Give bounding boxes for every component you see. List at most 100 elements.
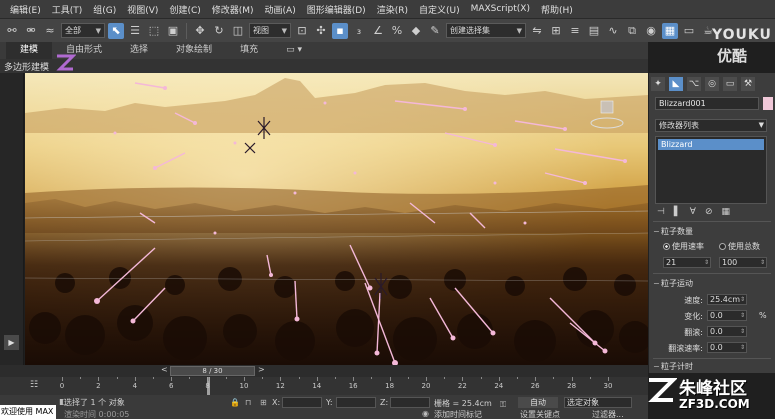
render-setup-icon[interactable]: ▦ — [662, 22, 678, 39]
window-crossing-icon[interactable]: ▣ — [165, 23, 181, 39]
total-spinner[interactable]: 100 ⇕ — [719, 257, 767, 268]
rotate-icon[interactable]: ↻ — [211, 23, 227, 39]
menu-modifiers[interactable]: 修改器(M) — [212, 3, 254, 16]
remove-modifier-icon[interactable]: ⊘ — [705, 207, 713, 217]
time-tag-icon[interactable]: ◉ — [422, 409, 432, 419]
graphite-tools-icon[interactable]: ▤ — [586, 23, 602, 39]
modifier-list-dropdown[interactable]: 修改器列表 ▼ — [655, 119, 767, 132]
x-coord-field[interactable] — [282, 397, 322, 408]
prev-frame-icon[interactable]: < — [161, 365, 168, 374]
add-time-tag[interactable]: 添加时间标记 — [434, 409, 482, 419]
set-key-button[interactable]: 设置关键点 — [520, 409, 560, 419]
unlink-icon[interactable]: ⚮ — [23, 23, 39, 39]
selection-filter-dropdown[interactable]: 全部 ▼ — [61, 23, 105, 38]
select-manipulate-icon[interactable]: ✣ — [313, 23, 329, 39]
rendered-frame-window-icon[interactable]: ▭ — [681, 23, 697, 39]
angle-snap-icon[interactable]: ∠ — [370, 23, 386, 39]
make-unique-icon[interactable]: ∀ — [690, 207, 696, 217]
curve-editor-icon[interactable]: ∿ — [605, 23, 621, 39]
menu-animation[interactable]: 动画(A) — [265, 3, 296, 16]
ribbon-options-icon[interactable]: ▭ ▾ — [272, 42, 316, 59]
menu-views[interactable]: 视图(V) — [127, 3, 158, 16]
utilities-tab-icon[interactable]: ⚒ — [741, 77, 755, 91]
link-icon[interactable]: ⚯ — [4, 23, 20, 39]
lock-selection-icon[interactable]: 🔒 — [230, 398, 240, 408]
layer-manager-icon[interactable]: ≡ — [567, 23, 583, 39]
track-bar[interactable]: ☷ 0 2 4 6 8 10 12 14 16 18 20 22 24 26 28 30 — [0, 377, 648, 395]
rollout-particle-motion[interactable]: −粒子运动 — [653, 278, 693, 289]
mirror-icon[interactable]: ⇋ — [529, 23, 545, 39]
time-slider[interactable]: 8 / 30 — [170, 366, 255, 376]
rollout-particle-quantity[interactable]: −粒子数量 — [653, 226, 693, 237]
menu-rendering[interactable]: 渲染(R) — [377, 3, 408, 16]
edit-named-selection-icon[interactable]: ✎ — [427, 23, 443, 39]
object-name-field[interactable]: Blizzard001 — [655, 97, 759, 110]
menu-maxscript[interactable]: MAXScript(X) — [471, 4, 530, 14]
bind-space-warp-icon[interactable]: ≈ — [42, 23, 58, 39]
schematic-view-icon[interactable]: ⧉ — [624, 23, 640, 39]
spinner-snap-icon[interactable]: ◆ — [408, 23, 424, 39]
hierarchy-tab-icon[interactable]: ⌥ — [687, 77, 701, 91]
create-tab-icon[interactable]: ✦ — [651, 77, 665, 91]
menu-group[interactable]: 组(G) — [93, 3, 116, 16]
motion-tab-icon[interactable]: ◎ — [705, 77, 719, 91]
key-filters-button[interactable]: 过滤器... — [592, 409, 624, 419]
scale-icon[interactable]: ◫ — [230, 23, 246, 39]
lock-icon[interactable]: ⊓ — [245, 398, 255, 408]
move-icon[interactable]: ✥ — [192, 23, 208, 39]
menu-graph-editors[interactable]: 图形编辑器(D) — [307, 3, 366, 16]
stack-item-blizzard[interactable]: Blizzard — [658, 139, 764, 150]
polygon-modeling-label[interactable]: 多边形建模 — [4, 60, 49, 73]
tab-populate[interactable]: 填充 — [226, 42, 272, 59]
show-end-result-icon[interactable]: ▌ — [674, 207, 681, 217]
absolute-mode-icon[interactable]: ⊞ — [260, 398, 270, 408]
tab-selection[interactable]: 选择 — [116, 42, 162, 59]
rollout-quantity-label: 粒子数量 — [661, 227, 693, 236]
z-coord-field[interactable] — [390, 397, 430, 408]
rollout-particle-timing[interactable]: −粒子计时 — [653, 361, 693, 372]
menu-edit[interactable]: 编辑(E) — [10, 3, 41, 16]
named-selection-dropdown[interactable]: 创建选择集 ▼ — [446, 23, 526, 38]
maxscript-listener[interactable]: 欢迎使用 MAX — [0, 405, 56, 419]
viewport-scene — [25, 73, 648, 365]
menu-customize[interactable]: 自定义(U) — [419, 3, 460, 16]
auto-key-button[interactable]: 自动 — [518, 397, 558, 408]
configure-sets-icon[interactable]: ▦ — [721, 207, 730, 217]
play-icon[interactable]: ▶ — [4, 335, 19, 350]
menu-create[interactable]: 创建(C) — [169, 3, 200, 16]
snap-icon[interactable]: ₃ — [351, 23, 367, 39]
curve-editor-mini-icon[interactable]: ☷ — [30, 380, 44, 392]
object-color-swatch[interactable] — [763, 97, 773, 110]
align-icon[interactable]: ⊞ — [548, 23, 564, 39]
tab-object-paint[interactable]: 对象绘制 — [162, 42, 226, 59]
select-by-name-icon[interactable]: ☰ — [127, 23, 143, 39]
tumble-rate-spinner[interactable]: 0.0 ⇕ — [707, 342, 747, 353]
percent-snap-icon[interactable]: % — [389, 23, 405, 39]
next-frame-icon[interactable]: > — [258, 365, 265, 374]
y-coord-field[interactable] — [336, 397, 376, 408]
pivot-center-icon[interactable]: ⊡ — [294, 23, 310, 39]
rect-selection-icon[interactable]: ⬚ — [146, 23, 162, 39]
viewport-perspective[interactable] — [25, 73, 648, 365]
variation-spinner[interactable]: 0.0 ⇕ — [707, 310, 747, 321]
tumble-spinner[interactable]: 0.0 ⇕ — [707, 326, 747, 337]
menu-help[interactable]: 帮助(H) — [541, 3, 573, 16]
display-tab-icon[interactable]: ▭ — [723, 77, 737, 91]
tumble-label: 翻滚: — [684, 328, 703, 337]
reference-coord-dropdown[interactable]: 视图 ▼ — [249, 23, 291, 38]
rate-spinner[interactable]: 21 ⇕ — [663, 257, 711, 268]
pin-stack-icon[interactable]: ⊣ — [657, 207, 665, 217]
speed-spinner[interactable]: 25.4cm ⇕ — [707, 294, 747, 305]
radio-use-rate[interactable]: 使用速率 — [663, 241, 704, 252]
menu-tools[interactable]: 工具(T) — [52, 3, 83, 16]
selected-object-dropdown[interactable]: 选定对象 — [564, 397, 632, 408]
modify-tab-icon[interactable]: ◣ — [669, 77, 683, 91]
timeline-tick — [407, 377, 409, 379]
tab-modeling[interactable]: 建模 — [6, 42, 53, 59]
select-object-icon[interactable]: ⬉ — [108, 22, 124, 39]
ribbon-panel: 多边形建模 — [0, 59, 648, 73]
key-icon[interactable]: ⚿ — [500, 400, 510, 410]
material-editor-icon[interactable]: ◉ — [643, 23, 659, 39]
radio-use-total[interactable]: 使用总数 — [719, 241, 760, 252]
keyboard-shortcut-override-icon[interactable]: ▪ — [332, 22, 348, 39]
